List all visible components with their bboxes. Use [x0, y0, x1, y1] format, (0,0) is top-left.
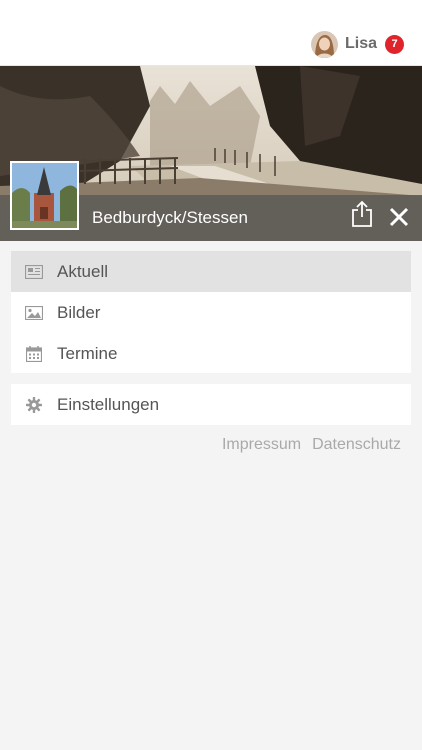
menu-item-label: Termine [57, 343, 118, 363]
share-button[interactable] [350, 200, 374, 228]
close-icon [389, 207, 409, 227]
gear-icon [25, 396, 43, 414]
menu-item-label: Bilder [57, 302, 101, 322]
footer-links: Impressum Datenschutz [222, 436, 401, 454]
top-bar: Lisa 7 [0, 0, 422, 66]
menu-item-aktuell[interactable]: Aktuell [11, 251, 411, 292]
location-thumbnail [10, 161, 79, 230]
menu-item-bilder[interactable]: Bilder [11, 292, 411, 333]
menu-item-label: Aktuell [57, 261, 109, 281]
close-button[interactable] [387, 205, 411, 229]
newspaper-icon [25, 263, 43, 281]
impressum-link[interactable]: Impressum [222, 436, 301, 454]
notification-badge[interactable]: 7 [385, 34, 404, 54]
user-menu[interactable]: Lisa 7 [310, 30, 404, 58]
datenschutz-link[interactable]: Datenschutz [312, 436, 401, 454]
primary-menu: Aktuell Bilder Termine [11, 251, 411, 373]
avatar[interactable] [310, 30, 338, 58]
secondary-menu: Einstellungen [11, 384, 411, 425]
user-name[interactable]: Lisa [345, 35, 377, 53]
menu-item-einstellungen[interactable]: Einstellungen [11, 384, 411, 425]
menu-item-label: Einstellungen [57, 394, 160, 414]
location-header: Bedburdyck/Stessen [0, 66, 422, 241]
menu-item-termine[interactable]: Termine [11, 333, 411, 374]
calendar-icon [25, 345, 43, 363]
image-icon [25, 304, 43, 322]
share-icon [352, 200, 372, 227]
location-name: Bedburdyck/Stessen [92, 208, 248, 227]
